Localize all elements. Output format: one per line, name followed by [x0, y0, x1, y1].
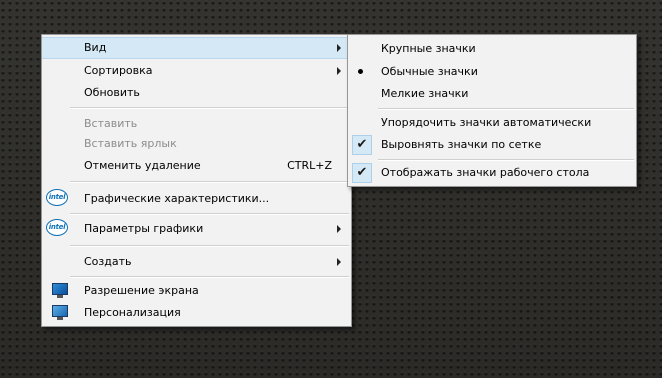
menu-item-undo-delete-label: Отменить удаление — [84, 159, 201, 172]
view-submenu: Крупные значки Обычные значки Мелкие зна… — [347, 34, 637, 187]
submenu-arrow-icon — [337, 225, 341, 233]
menu-item-personalize-label: Персонализация — [84, 306, 181, 319]
submenu-arrow-icon — [337, 67, 341, 75]
menu-item-personalize[interactable]: Персонализация — [42, 302, 351, 324]
menu-item-paste: Вставить — [42, 113, 351, 135]
personalize-icon — [52, 305, 68, 317]
display-icon — [52, 283, 68, 295]
submenu-item-small-icons[interactable]: Мелкие значки — [348, 83, 636, 105]
checkmark-icon: ✔ — [352, 163, 372, 183]
undo-shortcut-hint: CTRL+Z — [287, 159, 332, 172]
checkmark-icon: ✔ — [352, 135, 372, 155]
intel-logo-icon: intel — [46, 219, 68, 236]
display-icon-stand — [57, 295, 63, 298]
menu-item-refresh-label: Обновить — [84, 86, 140, 99]
submenu-item-align-to-grid[interactable]: ✔ Выровнять значки по сетке — [348, 134, 636, 156]
submenu-item-align-to-grid-label: Выровнять значки по сетке — [381, 138, 542, 151]
intel-logo-icon: intel — [46, 189, 68, 206]
submenu-item-large-icons[interactable]: Крупные значки — [348, 38, 636, 60]
submenu-item-auto-arrange-label: Упорядочить значки автоматически — [381, 116, 592, 129]
radio-selected-icon — [358, 69, 363, 74]
menu-item-graphics-options[interactable]: intel Параметры графики — [42, 218, 351, 240]
menu-separator — [70, 276, 349, 278]
menu-item-graphics-options-label: Параметры графики — [84, 222, 204, 235]
menu-separator — [70, 181, 349, 183]
menu-separator — [378, 159, 634, 161]
menu-item-refresh[interactable]: Обновить — [42, 82, 351, 104]
submenu-arrow-icon — [337, 44, 341, 52]
menu-item-screen-resolution-label: Разрешение экрана — [84, 284, 199, 297]
menu-item-view[interactable]: Вид — [42, 37, 351, 59]
menu-item-new-label: Создать — [84, 255, 132, 268]
submenu-item-medium-icons[interactable]: Обычные значки — [348, 61, 636, 83]
menu-item-paste-label: Вставить — [84, 117, 138, 130]
desktop-context-menu: Вид Сортировка Обновить Вставить Вставит… — [41, 34, 352, 327]
menu-item-undo-delete[interactable]: Отменить удаление CTRL+Z — [42, 155, 351, 177]
menu-item-sort[interactable]: Сортировка — [42, 60, 351, 82]
menu-item-paste-shortcut: Вставить ярлык — [42, 133, 351, 155]
menu-item-graphics-properties[interactable]: intel Графические характеристики... — [42, 188, 351, 210]
menu-separator — [70, 213, 349, 215]
submenu-item-show-desktop-icons-label: Отображать значки рабочего стола — [381, 166, 590, 179]
submenu-item-medium-icons-label: Обычные значки — [381, 65, 478, 78]
menu-separator — [70, 245, 349, 247]
menu-item-paste-shortcut-label: Вставить ярлык — [84, 137, 177, 150]
menu-item-graphics-properties-label: Графические характеристики... — [84, 192, 270, 205]
submenu-item-show-desktop-icons[interactable]: ✔ Отображать значки рабочего стола — [348, 162, 636, 184]
submenu-item-auto-arrange[interactable]: Упорядочить значки автоматически — [348, 112, 636, 134]
menu-item-sort-label: Сортировка — [84, 64, 153, 77]
menu-item-screen-resolution[interactable]: Разрешение экрана — [42, 280, 351, 302]
menu-item-view-label: Вид — [84, 41, 107, 54]
personalize-icon-stand — [57, 317, 63, 320]
submenu-item-large-icons-label: Крупные значки — [381, 42, 476, 55]
menu-separator — [378, 108, 634, 110]
submenu-arrow-icon — [337, 258, 341, 266]
menu-separator — [70, 107, 349, 109]
submenu-item-small-icons-label: Мелкие значки — [381, 87, 469, 100]
menu-item-new[interactable]: Создать — [42, 251, 351, 273]
